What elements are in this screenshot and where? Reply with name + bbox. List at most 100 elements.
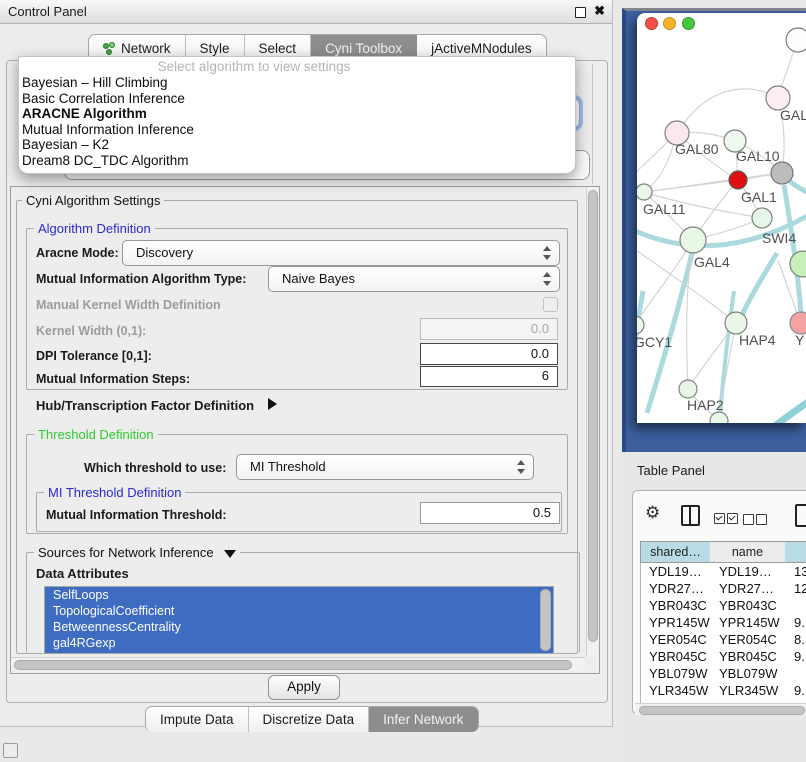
panel-grip-icon[interactable] [3, 743, 18, 758]
select-all-checkbox-icon[interactable] [714, 513, 725, 524]
label-hap2: HAP2 [687, 397, 724, 413]
close-icon[interactable]: ✖ [594, 3, 605, 19]
cell: 8. [794, 631, 806, 648]
label-swi4: SWI4 [762, 230, 796, 246]
column-header-shared[interactable]: shared… [640, 541, 711, 563]
float-window-icon[interactable] [575, 7, 586, 18]
algorithm-item-basic-correlation[interactable]: Basic Correlation Inference [19, 91, 575, 107]
label-gal4: GAL4 [694, 254, 730, 270]
table-row[interactable]: YBR043C YBR043C [641, 597, 806, 614]
deselect-all-checkbox-icon[interactable] [743, 514, 754, 525]
kernel-width-label: Kernel Width (0,1): [36, 324, 146, 338]
label-gal11: GAL11 [643, 201, 686, 217]
network-icon [103, 42, 115, 55]
table-row[interactable]: YDR27… YDR27… 12 [641, 580, 806, 597]
kernel-width-field[interactable]: 0.0 [420, 318, 558, 340]
algorithm-popup-list: Bayesian – Hill Climbing Basic Correlati… [19, 75, 575, 168]
algorithm-popup-placeholder: Select algorithm to view settings [19, 59, 489, 74]
list-scrollbar-thumb[interactable] [540, 589, 551, 651]
table-row[interactable]: YPR145W YPR145W 9. [641, 614, 806, 631]
sources-toggle[interactable]: Sources for Network Inference [34, 545, 240, 560]
algorithm-item-bayesian-hill-climbing[interactable]: Bayesian – Hill Climbing [19, 75, 575, 91]
table-row[interactable]: YDL19… YDL19… 13 [641, 563, 806, 580]
node-partial-top[interactable] [786, 28, 806, 52]
threshold-definition-title: Threshold Definition [34, 427, 158, 442]
combo-stepper-icon [516, 459, 526, 475]
file-icon-partial[interactable] [795, 504, 806, 527]
node-gal1[interactable] [752, 208, 772, 228]
cell: 13 [794, 563, 806, 580]
tab-impute-data[interactable]: Impute Data [146, 707, 249, 732]
table-row[interactable]: YER054C YER054C 8. [641, 631, 806, 648]
cell: YDL19… [719, 563, 787, 580]
node-gray[interactable] [771, 162, 793, 184]
apply-button[interactable]: Apply [268, 675, 340, 700]
gear-icon[interactable]: ⚙ [645, 503, 660, 523]
table-row[interactable]: YLR345W YLR345W 9. [641, 682, 806, 699]
aracne-mode-label: Aracne Mode: [36, 246, 119, 260]
cell: YBL079W [719, 665, 787, 682]
node-gal4[interactable] [680, 227, 706, 253]
algorithm-item-mutual-information[interactable]: Mutual Information Inference [19, 122, 575, 138]
node-hap2[interactable] [679, 380, 697, 398]
panel-border-fragment [592, 64, 593, 184]
algorithm-item-aracne[interactable]: ARACNE Algorithm [19, 106, 575, 122]
settings-vscrollbar[interactable] [586, 187, 598, 656]
mi-algorithm-type-value: Naive Bayes [282, 271, 355, 286]
manual-kernel-width-label: Manual Kernel Width Definition [36, 298, 221, 312]
node-gcy1[interactable] [637, 316, 644, 334]
node-salmon-partial[interactable] [790, 312, 806, 334]
cell: YDL19… [649, 563, 711, 580]
cell: YLR345W [719, 682, 787, 699]
tab-discretize-data[interactable]: Discretize Data [249, 707, 370, 732]
control-panel-titlebar[interactable]: Control Panel ✖ [0, 0, 612, 24]
which-threshold-combo[interactable]: MI Threshold [236, 454, 534, 480]
mi-algorithm-type-combo[interactable]: Naive Bayes [268, 266, 560, 292]
table-row[interactable]: YBL079W YBL079W [641, 665, 806, 682]
node-gal11[interactable] [637, 184, 652, 200]
algorithm-item-bayesian-k2[interactable]: Bayesian – K2 [19, 137, 575, 153]
label-hap4: HAP4 [739, 332, 776, 348]
table-hscrollbar-thumb[interactable] [639, 706, 805, 715]
settings-hscrollbar[interactable] [11, 657, 585, 671]
settings-hscrollbar-thumb[interactable] [14, 660, 572, 670]
aracne-mode-combo[interactable]: Discovery [122, 240, 560, 266]
tab-infer-network[interactable]: Infer Network [369, 707, 478, 732]
mi-algorithm-type-label: Mutual Information Algorithm Type: [36, 272, 246, 286]
screen: Control Panel ✖ Network Style Select Cyn… [0, 0, 806, 762]
control-panel-title: Control Panel [8, 4, 87, 19]
tab-discretize-data-label: Discretize Data [263, 712, 355, 727]
mi-steps-field[interactable]: 6 [420, 366, 558, 387]
node-partial-bottom[interactable] [710, 412, 728, 423]
settings-vscrollbar-thumb[interactable] [588, 190, 598, 642]
deselect-all-checkbox-icon2[interactable] [756, 514, 767, 525]
tab-cyni-toolbox-label: Cyni Toolbox [325, 41, 402, 56]
dpi-tolerance-field[interactable]: 0.0 [420, 343, 558, 365]
cell: YBR043C [649, 597, 711, 614]
list-item-betweennesscentrality[interactable]: BetweennessCentrality [45, 619, 553, 635]
list-item-gal4rgexp[interactable]: gal4RGexp [45, 635, 553, 651]
column-header-partial[interactable] [785, 541, 806, 563]
cyni-algorithm-settings-title: Cyni Algorithm Settings [22, 193, 164, 208]
manual-kernel-width-checkbox[interactable] [543, 297, 558, 312]
list-item-selfloops[interactable]: SelfLoops [45, 587, 553, 603]
column-header-name[interactable]: name [710, 541, 786, 563]
network-canvas[interactable]: GAL GAL80 GAL10 GAL1 GAL11 SWI4 GAL4 GCY… [637, 13, 806, 423]
data-attributes-label: Data Attributes [36, 566, 129, 581]
label-gal-partial: GAL [780, 107, 806, 123]
table-row[interactable]: YBR045C YBR045C 9. [641, 648, 806, 665]
mi-threshold-definition-title: MI Threshold Definition [44, 485, 185, 500]
node-red[interactable] [729, 171, 747, 189]
dpi-tolerance-label: DPI Tolerance [0,1]: [36, 349, 152, 363]
cell: YLR345W [649, 682, 711, 699]
cell: YBR045C [649, 648, 711, 665]
hub-definition-toggle[interactable]: Hub/Transcription Factor Definition [36, 398, 277, 413]
list-item-topologicalcoefficient[interactable]: TopologicalCoefficient [45, 603, 553, 619]
which-threshold-value: MI Threshold [250, 459, 326, 474]
column-layout-icon[interactable] [681, 505, 700, 526]
mi-threshold-field[interactable]: 0.5 [420, 502, 560, 524]
node-hap4[interactable] [725, 312, 747, 334]
select-all-checkbox-icon2[interactable] [727, 513, 738, 524]
algorithm-item-dream8[interactable]: Dream8 DC_TDC Algorithm [19, 153, 575, 169]
table-hscrollbar[interactable] [635, 703, 806, 715]
